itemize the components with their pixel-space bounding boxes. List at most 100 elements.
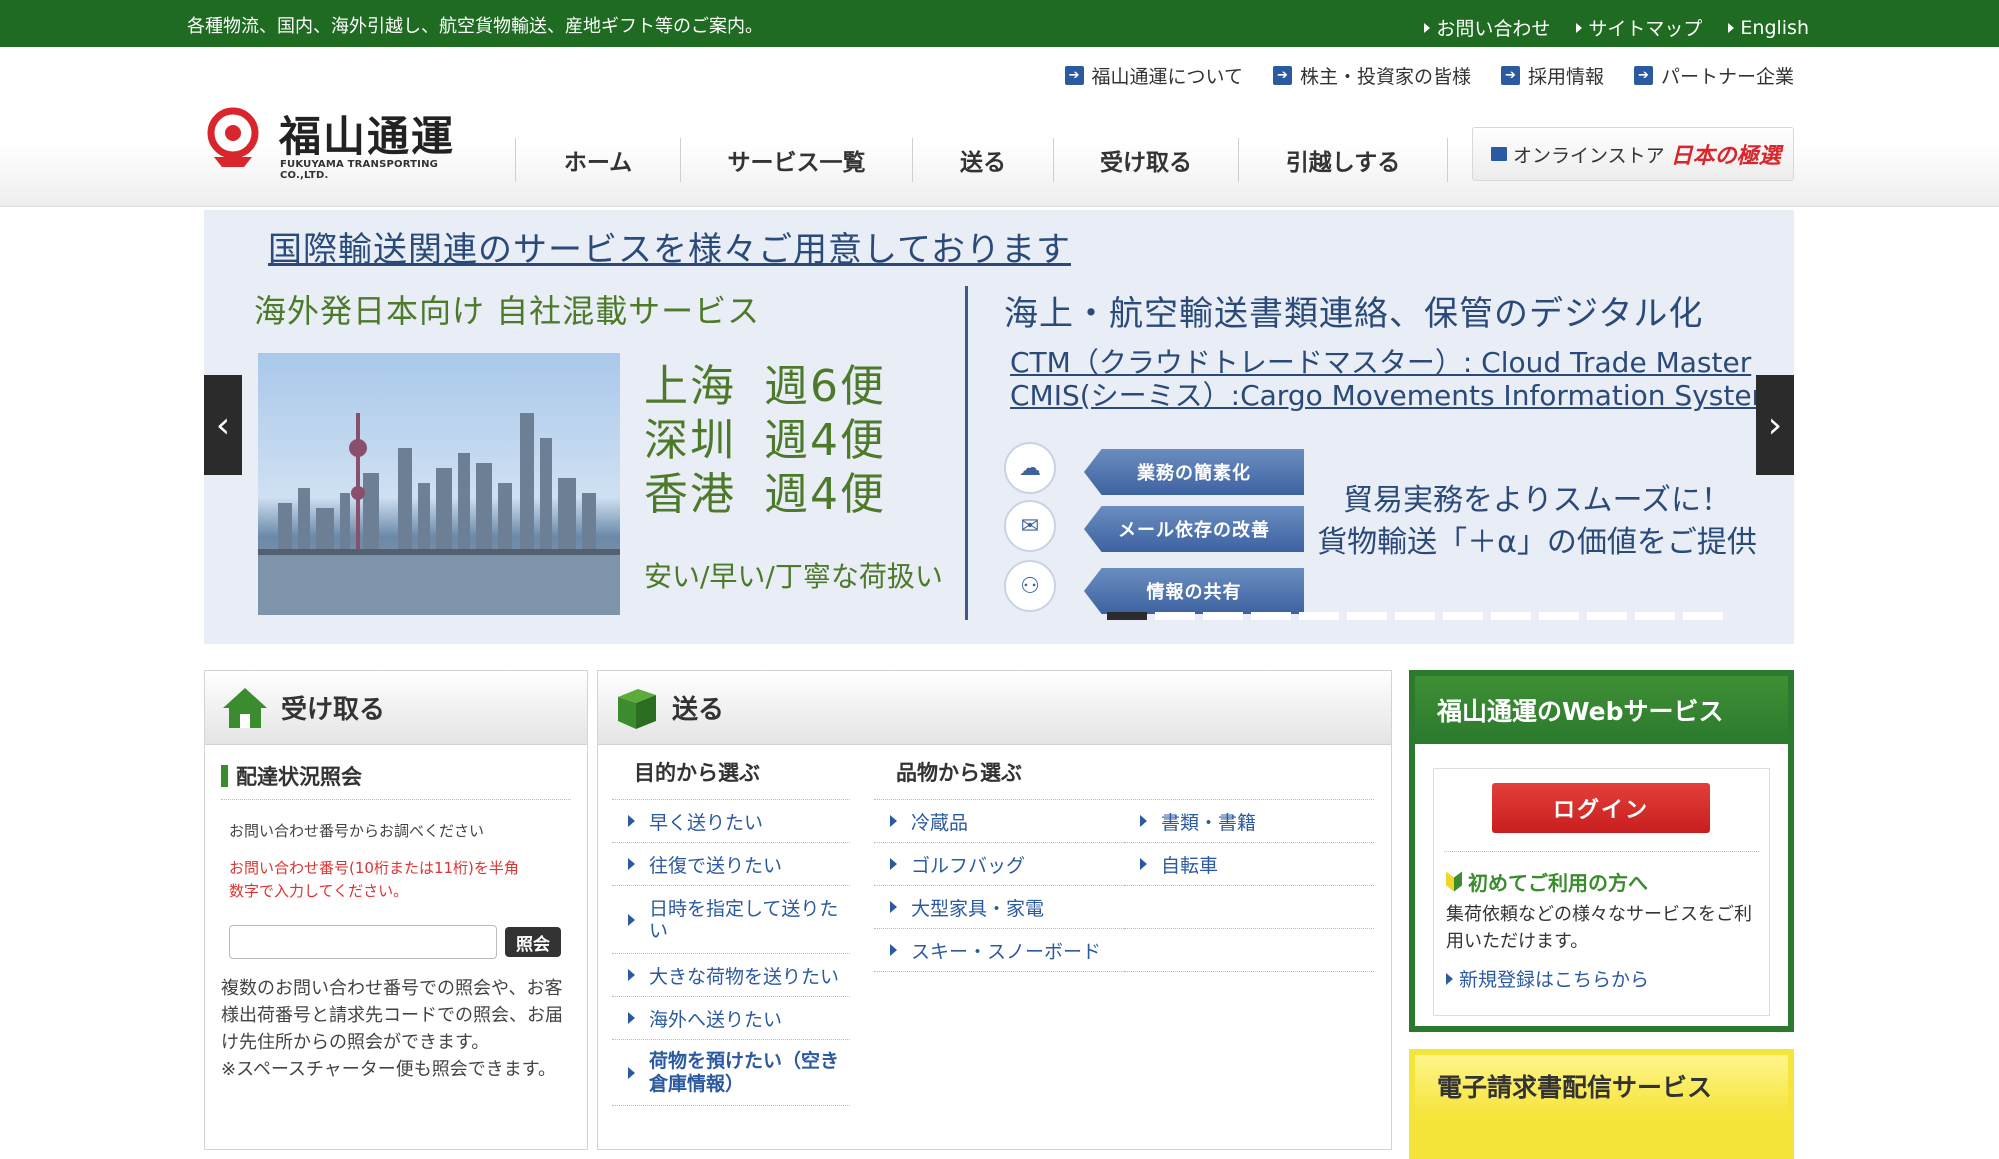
first-time-heading: 初めてご利用の方へ	[1446, 867, 1648, 896]
login-button[interactable]: ログイン	[1492, 783, 1710, 833]
send-panel-header: 送る	[598, 671, 1391, 745]
sitemap-link[interactable]: サイトマップ	[1576, 14, 1702, 41]
ctm-link[interactable]: CTM（クラウドトレードマスター）: Cloud Trade Master CM…	[1010, 346, 1779, 412]
carousel-dot[interactable]	[1683, 612, 1723, 620]
triangle-icon	[628, 858, 635, 870]
about-link[interactable]: ➔ 福山通運について	[1064, 62, 1243, 89]
sub-navigation: ➔ 福山通運について ➔ 株主・投資家の皆様 ➔ 採用情報 ➔ パートナー企業	[1064, 62, 1794, 89]
web-service-inner: ログイン 初めてご利用の方へ 集荷依頼などの様々なサービスをご利用いただけます。…	[1433, 768, 1770, 1016]
carousel-dot[interactable]	[1491, 612, 1531, 620]
company-logo[interactable]: 福山通運 FUKUYAMA TRANSPORTING CO.,LTD.	[204, 107, 474, 181]
arrow-right-icon: ➔	[1500, 66, 1520, 85]
list-item[interactable]: 往復で送りたい	[612, 843, 850, 886]
logo-name: 福山通運	[279, 112, 456, 161]
nav-services[interactable]: サービス一覧	[680, 138, 912, 182]
goods-column: 品物から選ぶ 冷蔵品 ゴルフバッグ 大型家具・家電 スキー・スノーボード 書類・…	[874, 757, 1374, 972]
carousel-dot[interactable]	[1635, 612, 1675, 620]
triangle-icon	[628, 969, 635, 981]
list-item[interactable]: ゴルフバッグ	[874, 843, 1124, 886]
list-item[interactable]: 早く送りたい	[612, 800, 850, 843]
chevron-right-icon: ›	[1767, 404, 1783, 446]
nav-home[interactable]: ホーム	[515, 138, 680, 182]
carousel-dot[interactable]	[1443, 612, 1483, 620]
share-icon: ⚇	[1004, 560, 1056, 612]
cloud-download-icon: ☁	[1004, 442, 1056, 494]
house-icon	[223, 687, 267, 728]
tracking-description: 複数のお問い合わせ番号での照会や、お客様出荷番号と請求先コードでの照会、お届け先…	[221, 978, 563, 1080]
computer-icon	[1491, 147, 1507, 161]
recruit-link[interactable]: ➔ 採用情報	[1500, 62, 1604, 89]
nav-moving[interactable]: 引越しする	[1238, 138, 1448, 182]
web-service-title: 福山通運のWebサービス	[1415, 676, 1788, 744]
tracking-form: 照会	[229, 925, 587, 959]
feature-pill: メール依存の改善	[1084, 506, 1304, 552]
carousel-dot[interactable]	[1299, 612, 1339, 620]
banner-divider	[965, 286, 968, 620]
list-item	[1124, 929, 1374, 972]
list-item[interactable]: 日時を指定して送りたい	[612, 886, 850, 954]
contact-link[interactable]: お問い合わせ	[1424, 14, 1550, 41]
triangle-icon	[1140, 858, 1147, 870]
carousel-dot[interactable]	[1203, 612, 1243, 620]
carousel-prev-button[interactable]: ‹	[204, 375, 242, 475]
triangle-icon	[628, 913, 635, 926]
triangle-icon	[628, 1066, 635, 1079]
list-item	[1124, 886, 1374, 929]
purpose-column: 目的から選ぶ 早く送りたい 往復で送りたい 日時を指定して送りたい 大きな荷物を…	[612, 757, 850, 1106]
triangle-icon	[1140, 815, 1147, 827]
chevron-left-icon: ‹	[215, 404, 231, 446]
triangle-icon	[890, 858, 897, 870]
list-item[interactable]: スキー・スノーボード	[874, 929, 1124, 972]
triangle-icon	[628, 815, 635, 827]
tracking-section-title: 配達状況照会	[221, 761, 571, 800]
e-invoice-box[interactable]: 電子請求書配信サービス	[1409, 1049, 1794, 1159]
register-link[interactable]: 新規登録はこちらから	[1446, 965, 1649, 992]
list-item[interactable]: 自転車	[1124, 843, 1374, 886]
triangle-icon	[1728, 22, 1735, 33]
route-item: 上海 週6便	[644, 361, 886, 412]
divider	[1444, 851, 1759, 852]
hero-carousel[interactable]: 国際輸送関連のサービスを様々ご用意しております 海外発日本向け 自社混載サービス	[204, 210, 1794, 644]
global-navigation: ホーム サービス一覧 送る 受け取る 引越しする	[515, 129, 1448, 191]
carousel-next-button[interactable]: ›	[1756, 375, 1794, 475]
banner-slogan: 安い/早い/丁寧な荷扱い	[644, 560, 943, 593]
list-item[interactable]: 大型家具・家電	[874, 886, 1124, 929]
nav-receive[interactable]: 受け取る	[1053, 138, 1238, 182]
triangle-icon	[890, 815, 897, 827]
route-item: 香港 週4便	[644, 469, 886, 520]
english-link[interactable]: English	[1728, 14, 1809, 41]
list-item[interactable]: 書類・書籍	[1124, 800, 1374, 843]
banner-right-slogan: 貿易実務をよりスムーズに！ 貨物輸送「＋α」の価値をご提供	[1317, 483, 1757, 560]
tracking-submit-button[interactable]: 照会	[505, 927, 561, 957]
list-item[interactable]: 大きな荷物を送りたい	[612, 954, 850, 997]
list-item[interactable]: 海外へ送りたい	[612, 997, 850, 1040]
carousel-dot[interactable]	[1587, 612, 1627, 620]
site-header: ➔ 福山通運について ➔ 株主・投資家の皆様 ➔ 採用情報 ➔ パートナー企業 福山通運…	[0, 47, 1999, 207]
web-service-box: 福山通運のWebサービス ログイン 初めてご利用の方へ 集荷依頼などの様々なサー…	[1409, 670, 1794, 1032]
online-store-button[interactable]: オンラインストア 日本の極選	[1472, 127, 1794, 181]
logo-sub: FUKUYAMA TRANSPORTING CO.,LTD.	[280, 159, 439, 181]
carousel-dot[interactable]	[1347, 612, 1387, 620]
partner-link[interactable]: ➔ パートナー企業	[1633, 62, 1794, 89]
carousel-dot[interactable]	[1395, 612, 1435, 620]
carousel-dot[interactable]	[1251, 612, 1291, 620]
store-brand: 日本の極選	[1670, 143, 1781, 169]
tracking-number-input[interactable]	[229, 925, 497, 959]
box-icon	[618, 688, 656, 729]
arrow-right-icon: ➔	[1633, 66, 1653, 85]
list-item[interactable]: 冷蔵品	[874, 800, 1124, 843]
purpose-heading: 目的から選ぶ	[612, 757, 850, 800]
carousel-dot[interactable]	[1155, 612, 1195, 620]
top-bar: 各種物流、国内、海外引越し、航空貨物輸送、産地ギフト等のご案内。 お問い合わせ …	[0, 0, 1999, 47]
carousel-dot[interactable]	[1107, 612, 1147, 620]
list-item[interactable]: 荷物を預けたい（空き倉庫情報）	[612, 1040, 850, 1106]
carousel-dot[interactable]	[1539, 612, 1579, 620]
arrow-right-icon: ➔	[1272, 66, 1292, 85]
triangle-icon	[1424, 22, 1431, 33]
investors-link[interactable]: ➔ 株主・投資家の皆様	[1272, 62, 1471, 89]
nav-send[interactable]: 送る	[912, 138, 1053, 182]
banner-headline: 国際輸送関連のサービスを様々ご用意しております	[268, 230, 1071, 270]
top-links: お問い合わせ サイトマップ English	[1424, 14, 1809, 41]
route-item: 深圳 週4便	[644, 415, 886, 466]
e-invoice-title: 電子請求書配信サービス	[1415, 1055, 1788, 1117]
